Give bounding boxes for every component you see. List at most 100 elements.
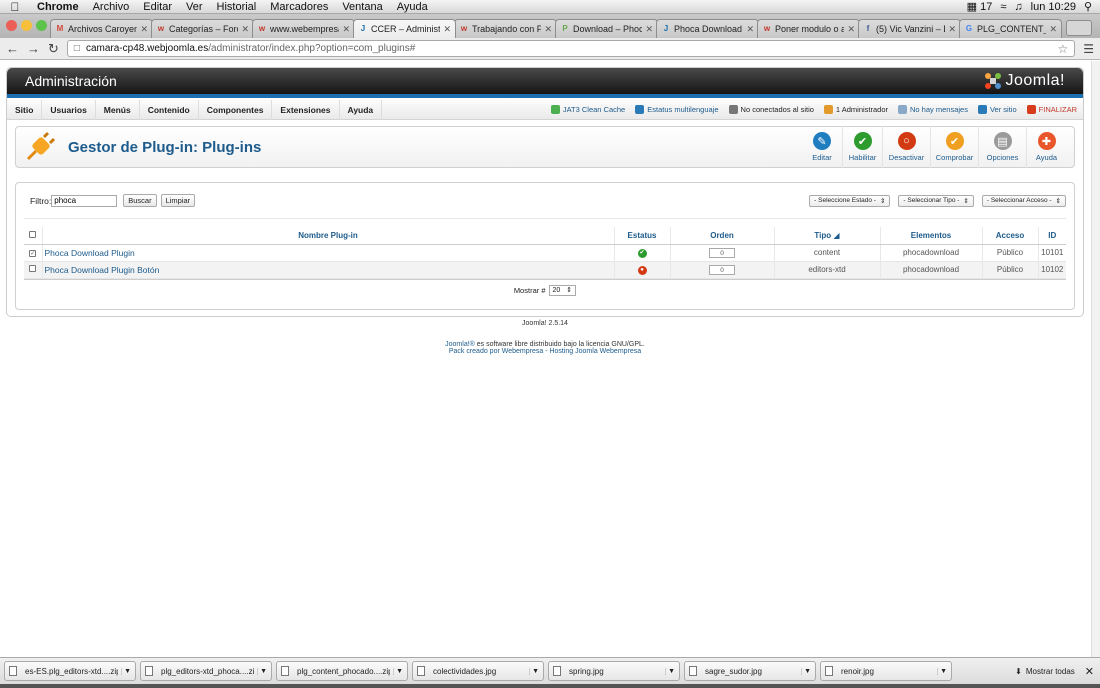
status-item[interactable]: FINALIZAR [1026,105,1077,114]
status-item[interactable]: Ver sitio [977,105,1017,114]
filter-input[interactable] [51,194,118,207]
col-elements[interactable]: Elementos [880,227,983,245]
download-item[interactable]: renoir.jpg ▼ [820,661,952,681]
status-item[interactable]: JAT3 Clean Cache [550,105,625,114]
enabled-icon[interactable]: ✔ [637,249,647,258]
page-size-select[interactable]: 20 ⇕ [548,284,577,296]
table-row[interactable]: Phoca Download Plugin Botón ● 0 editors-xtd… [24,261,1066,278]
download-item[interactable]: sagre_sudor.jpg ▼ [684,661,816,681]
spotlight-icon[interactable]: ⚲ [1084,0,1092,13]
status-item[interactable]: Estatus multilenguaje [635,105,719,114]
row-checkbox[interactable]: ✓ [29,250,37,257]
filter-select[interactable]: - Seleccionar Acceso - ⇕ [981,194,1066,207]
download-menu-icon[interactable]: ▼ [393,667,403,675]
col-id[interactable]: ID [1038,227,1066,245]
tab-close-icon[interactable]: ✕ [645,24,653,35]
status-badge[interactable]: ▦ 17 [967,0,993,13]
browser-tab[interactable]: w Poner modulo o ar ✕ [757,19,860,38]
tab-close-icon[interactable]: ✕ [948,24,956,35]
close-downloads-icon[interactable]: ✕ [1085,665,1100,678]
close-window-icon[interactable] [6,20,17,31]
clock[interactable]: lun 10:29 [1031,1,1076,13]
download-item[interactable]: spring.jpg ▼ [548,661,680,681]
download-menu-icon[interactable]: ▼ [937,667,947,675]
mac-menu-6[interactable]: Ventana [335,1,389,13]
download-menu-icon[interactable]: ▼ [257,667,267,675]
order-input[interactable]: 0 [709,264,735,275]
toolbar-button[interactable]: ✔ Habilitar [842,126,882,168]
admin-menu-item[interactable]: Extensiones [272,99,340,120]
new-tab-button[interactable] [1066,20,1092,36]
download-menu-icon[interactable]: ▼ [665,667,675,675]
show-all-downloads[interactable]: ⬇ Mostrar todas [1015,667,1085,676]
col-access[interactable]: Acceso [982,227,1039,245]
back-icon[interactable]: ← [6,41,19,56]
mac-menu-4[interactable]: Historial [210,1,264,13]
mac-menu-0[interactable]: Chrome [30,1,86,13]
table-row[interactable]: ✓ Phoca Download Plugin ✔ 0 content phocadown… [24,244,1066,261]
toolbar-button[interactable]: ✎ Editar [802,126,842,168]
admin-menu-item[interactable]: Contenido [140,99,199,120]
browser-tab[interactable]: M Archivos Caroyens ✕ [50,19,153,38]
disabled-icon[interactable]: ● [637,266,647,275]
filter-select[interactable]: - Seleccione Estado - ⇕ [809,194,891,207]
download-menu-icon[interactable]: ▼ [529,667,539,675]
mac-menu-7[interactable]: Ayuda [390,1,435,13]
download-menu-icon[interactable]: ▼ [801,667,811,675]
row-checkbox[interactable] [29,265,37,272]
toolbar-button[interactable]: ✚ Ayuda [1026,126,1066,168]
tab-close-icon[interactable]: ✕ [140,24,148,35]
browser-tab[interactable]: J Phoca Download ✕ [656,19,759,38]
download-item[interactable]: es-ES.plg_editors-xtd....zip ▼ [4,661,136,681]
url-input[interactable]: □ camara-cp48.webjoomla.es/administrator… [66,40,1076,57]
page-scrollbar[interactable] [1091,61,1100,657]
admin-menu-item[interactable]: Sitio [7,99,43,120]
browser-tab[interactable]: w Categorías – Foro ✕ [151,19,254,38]
search-button[interactable]: Buscar [123,194,157,207]
download-menu-icon[interactable]: ▼ [121,667,131,675]
toolbar-button[interactable]: ○ Desactivar [882,126,930,168]
download-item[interactable]: colectividades.jpg ▼ [412,661,544,681]
col-type[interactable]: Tipo ◢ [774,227,881,245]
admin-menu-item[interactable]: Ayuda [340,99,383,120]
chrome-menu-icon[interactable]: ☰ [1083,42,1094,56]
browser-tab[interactable]: w Trabajando con Ph ✕ [454,19,557,38]
tab-close-icon[interactable]: ✕ [746,24,754,35]
mac-menu-3[interactable]: Ver [179,1,210,13]
clear-button[interactable]: Limpiar [160,194,196,207]
forward-icon[interactable]: → [27,41,40,56]
admin-menu-item[interactable]: Componentes [199,99,273,120]
plugin-name-link[interactable]: Phoca Download Plugin [45,248,135,258]
check-all-checkbox[interactable] [29,230,37,238]
toolbar-button[interactable]: ▤ Opciones [978,126,1026,168]
download-item[interactable]: plg_editors-xtd_phoca....zip ▼ [140,661,272,681]
browser-tab[interactable]: J CCER – Administra✕ [353,19,456,38]
status-item[interactable]: No hay mensajes [898,105,968,114]
tab-close-icon[interactable]: ✕ [342,24,350,35]
joomla-link[interactable]: Joomla!® [445,341,475,348]
download-item[interactable]: plg_content_phocado....zip ▼ [276,661,408,681]
plugin-name-link[interactable]: Phoca Download Plugin Botón [45,265,160,275]
mac-menu-1[interactable]: Archivo [86,1,137,13]
tab-close-icon[interactable]: ✕ [847,24,855,35]
browser-tab[interactable]: w www.webempresa. ✕ [252,19,355,38]
reload-icon[interactable]: ↻ [48,41,59,57]
col-order[interactable]: Orden [670,227,775,245]
browser-tab[interactable]: P Download – Phoca ✕ [555,19,658,38]
admin-menu-item[interactable]: Menús [96,99,140,120]
apple-icon[interactable]:  [0,0,30,14]
tab-close-icon[interactable]: ✕ [1049,24,1057,35]
zoom-window-icon[interactable] [36,20,47,31]
wifi-icon[interactable]: ≈ [1000,1,1006,13]
pack-credit-link[interactable]: Pack creado por Webempresa - Hosting Joo… [0,348,1090,355]
col-name[interactable]: Nombre Plug-in [42,227,615,245]
browser-tab[interactable]: f (5) Vic Vanzini – D ✕ [858,19,961,38]
toolbar-button[interactable]: ✔ Comprobar [930,126,978,168]
admin-menu-item[interactable]: Usuarios [42,99,96,120]
bookmark-star-icon[interactable]: ☆ [1057,42,1068,56]
volume-icon[interactable]: ♫ [1014,1,1022,13]
filter-select[interactable]: - Seleccionar Tipo - ⇕ [898,194,974,207]
minimize-window-icon[interactable] [21,20,32,31]
status-item[interactable]: 1 Administrador [823,105,888,114]
col-status[interactable]: Estatus [614,227,671,245]
